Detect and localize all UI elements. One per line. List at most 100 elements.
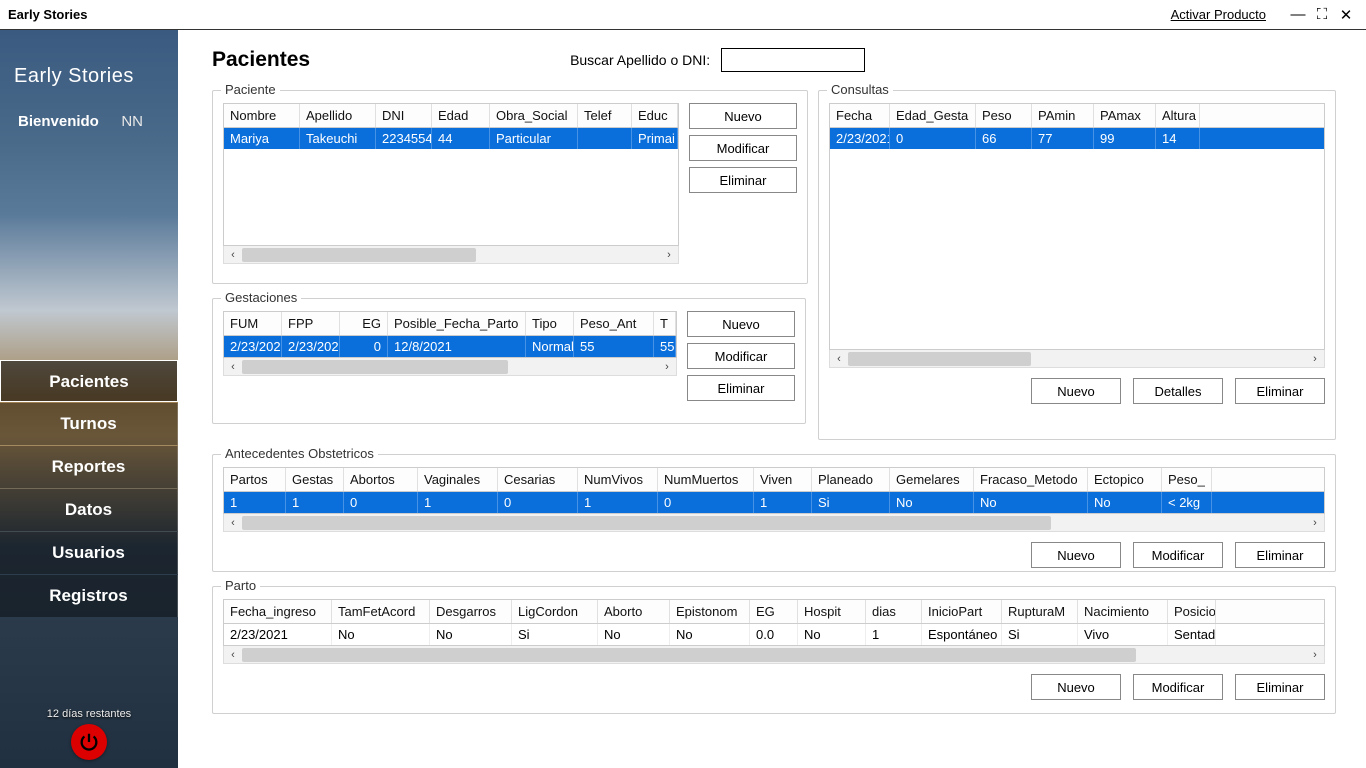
parto-scrollbar[interactable]: ‹ › xyxy=(223,646,1325,664)
th-dni[interactable]: DNI xyxy=(376,104,432,127)
antecedentes-scrollbar[interactable]: ‹ › xyxy=(223,514,1325,532)
paciente-eliminar-button[interactable]: Eliminar xyxy=(689,167,797,193)
antecedentes-table[interactable]: Partos Gestas Abortos Vaginales Cesarias… xyxy=(223,467,1325,514)
antecedentes-nuevo-button[interactable]: Nuevo xyxy=(1031,542,1121,568)
th-educ[interactable]: Educ xyxy=(632,104,678,127)
sidebar-item-registros[interactable]: Registros xyxy=(0,575,178,617)
table-row[interactable]: 2/23/2021 0 66 77 99 14 xyxy=(830,128,1324,149)
th-edad-gesta[interactable]: Edad_Gesta xyxy=(890,104,976,127)
th-nombre[interactable]: Nombre xyxy=(224,104,300,127)
gestaciones-scrollbar[interactable]: ‹ › xyxy=(223,358,677,376)
table-row[interactable]: Mariya Takeuchi 22345543 44 Particular P… xyxy=(224,128,678,149)
th-partos[interactable]: Partos xyxy=(224,468,286,491)
th-t[interactable]: T xyxy=(654,312,676,335)
scroll-right-icon[interactable]: › xyxy=(658,361,676,373)
consultas-detalles-button[interactable]: Detalles xyxy=(1133,378,1223,404)
th-peso-ant[interactable]: Peso_Ant xyxy=(574,312,654,335)
paciente-nuevo-button[interactable]: Nuevo xyxy=(689,103,797,129)
th-desgarros[interactable]: Desgarros xyxy=(430,600,512,623)
th-ectopico[interactable]: Ectopico xyxy=(1088,468,1162,491)
th-hospit[interactable]: Hospit xyxy=(798,600,866,623)
th-fecha-ingreso[interactable]: Fecha_ingreso xyxy=(224,600,332,623)
table-row[interactable]: 2/23/2021 No No Si No No 0.0 No 1 Espont… xyxy=(224,624,1324,645)
th-dias[interactable]: dias xyxy=(866,600,922,623)
scroll-right-icon[interactable]: › xyxy=(660,249,678,261)
scroll-right-icon[interactable]: › xyxy=(1306,649,1324,661)
parto-modificar-button[interactable]: Modificar xyxy=(1133,674,1223,700)
scroll-thumb[interactable] xyxy=(242,648,1136,662)
sidebar-item-datos[interactable]: Datos xyxy=(0,489,178,531)
th-fum[interactable]: FUM xyxy=(224,312,282,335)
scroll-thumb[interactable] xyxy=(848,352,1031,366)
close-button[interactable]: ✕ xyxy=(1334,6,1358,24)
parto-eliminar-button[interactable]: Eliminar xyxy=(1235,674,1325,700)
gestaciones-modificar-button[interactable]: Modificar xyxy=(687,343,795,369)
th-peso[interactable]: Peso_ xyxy=(1162,468,1212,491)
scroll-thumb[interactable] xyxy=(242,360,508,374)
scroll-left-icon[interactable]: ‹ xyxy=(224,517,242,529)
th-posicio[interactable]: Posicio xyxy=(1168,600,1216,623)
gestaciones-table[interactable]: FUM FPP EG Posible_Fecha_Parto Tipo Peso… xyxy=(223,311,677,358)
table-row[interactable]: 2/23/2021 2/23/2021 0 12/8/2021 Normal 5… xyxy=(224,336,676,357)
th-iniciopart[interactable]: InicioPart xyxy=(922,600,1002,623)
maximize-button[interactable]: ⛶ xyxy=(1310,6,1334,23)
gestaciones-nuevo-button[interactable]: Nuevo xyxy=(687,311,795,337)
power-button[interactable] xyxy=(71,724,107,760)
th-fpp[interactable]: FPP xyxy=(282,312,340,335)
scroll-right-icon[interactable]: › xyxy=(1306,517,1324,529)
th-peso[interactable]: Peso xyxy=(976,104,1032,127)
antecedentes-modificar-button[interactable]: Modificar xyxy=(1133,542,1223,568)
th-pamax[interactable]: PAmax xyxy=(1094,104,1156,127)
th-nacimiento[interactable]: Nacimiento xyxy=(1078,600,1168,623)
th-telef[interactable]: Telef xyxy=(578,104,632,127)
sidebar-item-usuarios[interactable]: Usuarios xyxy=(0,532,178,574)
consultas-nuevo-button[interactable]: Nuevo xyxy=(1031,378,1121,404)
gestaciones-eliminar-button[interactable]: Eliminar xyxy=(687,375,795,401)
search-input[interactable] xyxy=(721,48,865,72)
th-eg[interactable]: EG xyxy=(340,312,388,335)
th-eg[interactable]: EG xyxy=(750,600,798,623)
th-epistonom[interactable]: Epistonom xyxy=(670,600,750,623)
activate-product-link[interactable]: Activar Producto xyxy=(1171,7,1266,22)
th-viven[interactable]: Viven xyxy=(754,468,812,491)
th-cesarias[interactable]: Cesarias xyxy=(498,468,578,491)
th-aborto[interactable]: Aborto xyxy=(598,600,670,623)
scroll-right-icon[interactable]: › xyxy=(1306,353,1324,365)
th-fecha[interactable]: Fecha xyxy=(830,104,890,127)
th-pamin[interactable]: PAmin xyxy=(1032,104,1094,127)
th-abortos[interactable]: Abortos xyxy=(344,468,418,491)
sidebar-item-pacientes[interactable]: Pacientes xyxy=(0,360,178,402)
th-nummuertos[interactable]: NumMuertos xyxy=(658,468,754,491)
scroll-left-icon[interactable]: ‹ xyxy=(224,649,242,661)
th-gemelares[interactable]: Gemelares xyxy=(890,468,974,491)
th-edad[interactable]: Edad xyxy=(432,104,490,127)
th-tipo[interactable]: Tipo xyxy=(526,312,574,335)
th-apellido[interactable]: Apellido xyxy=(300,104,376,127)
scroll-thumb[interactable] xyxy=(242,248,476,262)
th-planeado[interactable]: Planeado xyxy=(812,468,890,491)
th-vaginales[interactable]: Vaginales xyxy=(418,468,498,491)
paciente-table[interactable]: Nombre Apellido DNI Edad Obra_Social Tel… xyxy=(223,103,679,246)
th-gestas[interactable]: Gestas xyxy=(286,468,344,491)
th-posible-fecha-parto[interactable]: Posible_Fecha_Parto xyxy=(388,312,526,335)
th-rupturam[interactable]: RupturaM xyxy=(1002,600,1078,623)
th-fracaso-metodo[interactable]: Fracaso_Metodo xyxy=(974,468,1088,491)
parto-nuevo-button[interactable]: Nuevo xyxy=(1031,674,1121,700)
th-obra-social[interactable]: Obra_Social xyxy=(490,104,578,127)
th-ligcordon[interactable]: LigCordon xyxy=(512,600,598,623)
consultas-eliminar-button[interactable]: Eliminar xyxy=(1235,378,1325,404)
parto-table[interactable]: Fecha_ingreso TamFetAcord Desgarros LigC… xyxy=(223,599,1325,646)
paciente-modificar-button[interactable]: Modificar xyxy=(689,135,797,161)
sidebar-item-turnos[interactable]: Turnos xyxy=(0,403,178,445)
scroll-left-icon[interactable]: ‹ xyxy=(830,353,848,365)
table-row[interactable]: 1 1 0 1 0 1 0 1 Si No No No < 2k xyxy=(224,492,1324,513)
paciente-scrollbar[interactable]: ‹ › xyxy=(223,246,679,264)
antecedentes-eliminar-button[interactable]: Eliminar xyxy=(1235,542,1325,568)
consultas-scrollbar[interactable]: ‹ › xyxy=(829,350,1325,368)
scroll-thumb[interactable] xyxy=(242,516,1051,530)
th-altura[interactable]: Altura xyxy=(1156,104,1200,127)
scroll-left-icon[interactable]: ‹ xyxy=(224,249,242,261)
sidebar-item-reportes[interactable]: Reportes xyxy=(0,446,178,488)
th-tamfetacord[interactable]: TamFetAcord xyxy=(332,600,430,623)
scroll-left-icon[interactable]: ‹ xyxy=(224,361,242,373)
